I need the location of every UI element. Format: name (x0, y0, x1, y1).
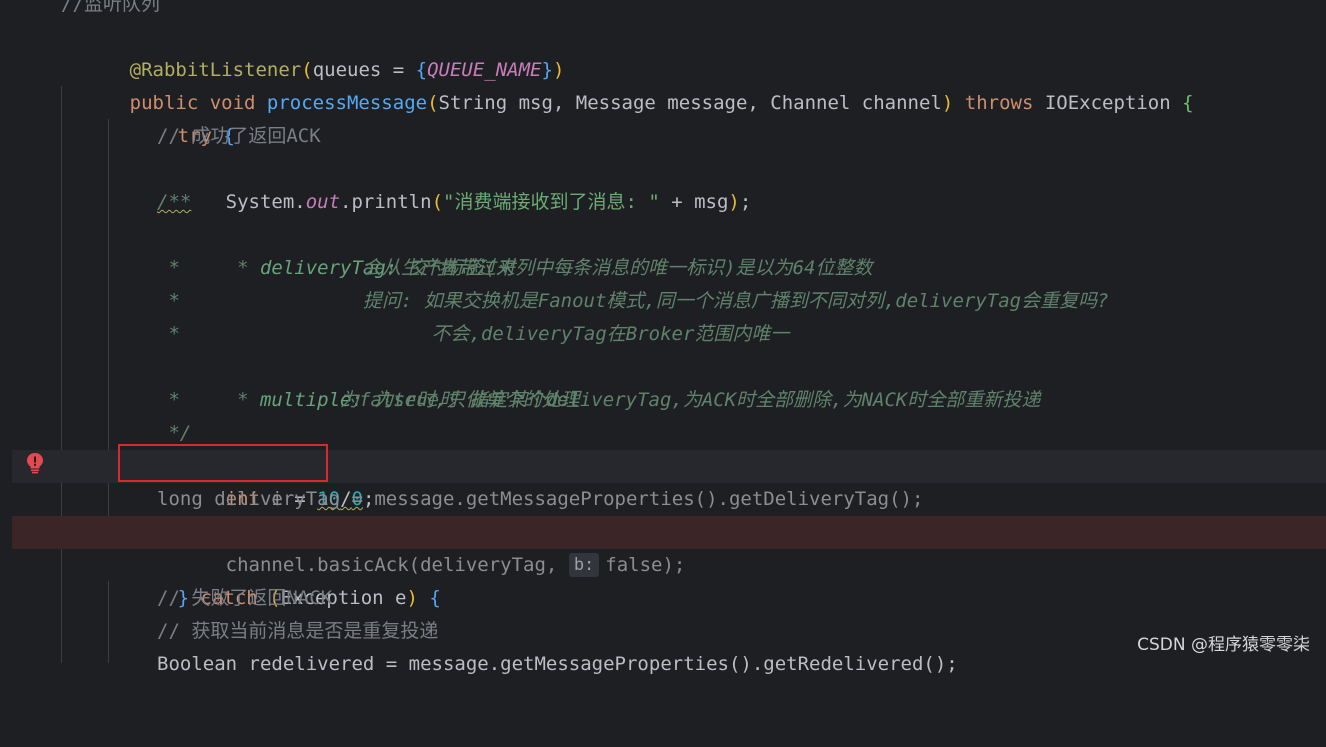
doc-text: * 不会,deliveryTag在Broker范围内唯一 (157, 323, 790, 345)
code-line[interactable]: // 成功了返回ACK (12, 120, 1326, 153)
line-comment: // 失败了返回NACK (157, 587, 333, 609)
doc-comment-open: /** (157, 191, 192, 213)
code-line-highlighted[interactable]: channel.basicAck(deliveryTag, b: false); (12, 516, 1326, 577)
code-line[interactable]: //监听队列 (12, 0, 1326, 21)
code-line[interactable]: * multiple: 为true时 指定某个deliveryTag,为ACK时… (12, 351, 1326, 411)
highlight-box (118, 444, 328, 482)
code-line[interactable]: * 为false时,只做单个的处理 (12, 384, 1326, 417)
line-comment: // 成功了返回ACK (157, 125, 321, 147)
code-line[interactable]: * deliveryTag: 交付标签(对列中每条消息的唯一标识)是以为64位整… (12, 219, 1326, 279)
doc-text: * 会从生产者带过来 (157, 257, 515, 279)
error-bulb-icon[interactable] (25, 452, 45, 474)
code-line[interactable]: } catch (Exception e) { (12, 549, 1326, 609)
doc-text: * 提问: 如果交换机是Fanout模式,同一个消息广播到不同对列,delive… (157, 290, 1109, 312)
line-comment: // 获取当前消息是否是重复投递 (157, 620, 439, 642)
code-line[interactable]: try { (12, 87, 1326, 147)
watermark: CSDN @程序猿零零柒 (1137, 635, 1310, 655)
code-line[interactable]: Boolean redelivered = message.getMessage… (12, 648, 1326, 681)
code-text: Boolean redelivered = message.getMessage… (157, 653, 958, 675)
editor-gutter[interactable] (0, 0, 12, 663)
code-line[interactable]: // 获取当前消息是否是重复投递 (12, 615, 1326, 648)
code-line[interactable]: System.out.println("消费端接收到了消息: " + msg); (12, 153, 1326, 213)
unreachable-code: long deliveryTag = message.getMessagePro… (157, 488, 924, 510)
code-line[interactable]: @RabbitListener(queues = {QUEUE_NAME}) (12, 21, 1326, 81)
code-line[interactable]: * 不会,deliveryTag在Broker范围内唯一 (12, 318, 1326, 351)
code-line[interactable]: * 提问: 如果交换机是Fanout模式,同一个消息广播到不同对列,delive… (12, 285, 1326, 318)
code-line[interactable]: * 会从生产者带过来 (12, 252, 1326, 285)
code-editor[interactable]: //监听队列 @RabbitListener(queues = {QUEUE_N… (12, 0, 1326, 675)
doc-text: * 为false时,只做单个的处理 (157, 389, 580, 411)
code-line[interactable]: /** (12, 186, 1326, 219)
code-line[interactable]: // 失败了返回NACK (12, 582, 1326, 615)
line-comment: //监听队列 (61, 0, 160, 15)
code-line[interactable]: public void processMessage(String msg, M… (12, 54, 1326, 114)
code-line[interactable]: long deliveryTag = message.getMessagePro… (12, 483, 1326, 516)
